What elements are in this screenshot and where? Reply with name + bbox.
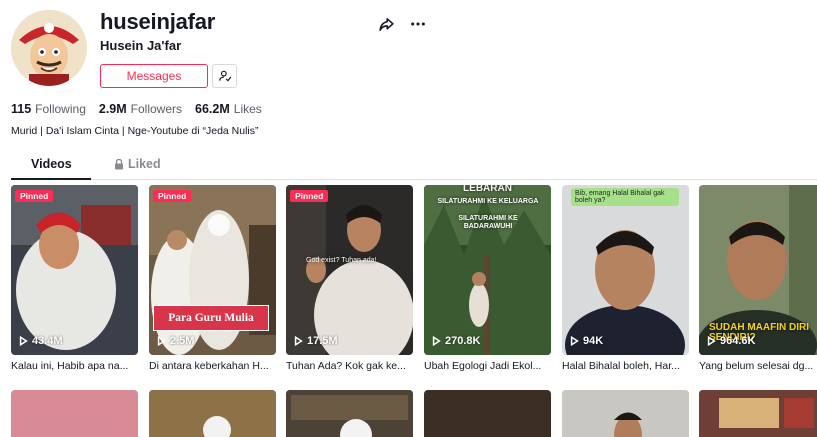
video-card[interactable]: Pinned Para Guru Mulia 2.5M Di antara ke… [149, 185, 276, 372]
avatar[interactable] [11, 10, 87, 86]
overlay-banner: Para Guru Mulia [153, 305, 269, 331]
stat-likes: 66.2M Likes [195, 102, 262, 116]
view-count: 964.6K [707, 335, 755, 347]
video-card[interactable]: Bib, emang Halal Bihalal gak boleh ya? 9… [562, 185, 689, 372]
video-thumbnail[interactable] [286, 390, 413, 437]
video-caption[interactable]: Kalau ini, Habib apa na... [11, 360, 138, 372]
view-count: 17.5M [294, 335, 338, 347]
pinned-badge: Pinned [15, 190, 54, 202]
video-thumbnail[interactable] [699, 390, 817, 437]
tab-liked[interactable]: Liked [114, 157, 161, 171]
play-icon [294, 336, 303, 346]
video-thumbnail[interactable] [11, 390, 138, 437]
pinned-badge: Pinned [153, 190, 192, 202]
profile-tabs: Videos Liked [11, 152, 817, 180]
video-thumbnail[interactable] [149, 390, 276, 437]
play-icon [432, 336, 441, 346]
video-caption[interactable]: Yang belum selesai dg... [699, 360, 817, 372]
video-caption[interactable]: Tuhan Ada? Kok gak ke... [286, 360, 413, 372]
pinned-badge: Pinned [290, 190, 329, 202]
tab-active-indicator [11, 178, 91, 180]
video-thumbnail[interactable]: Bib, emang Halal Bihalal gak boleh ya? 9… [562, 185, 689, 355]
video-card[interactable]: SUDAH MAAFIN DIRI SENDIRI? 964.6K Yang b… [699, 185, 817, 372]
nickname: Husein Ja'far [100, 38, 182, 53]
play-icon [570, 336, 579, 346]
user-follow-icon [218, 70, 231, 82]
lock-icon [115, 158, 123, 169]
overlay-line-1: SILATURAHMI KE KELUARGA [437, 198, 539, 205]
video-card[interactable]: LEBARAN SILATURAHMI KE KELUARGA SILATURA… [424, 185, 551, 372]
video-card[interactable]: Pinned 43.4M Kalau ini, Habib apa na... [11, 185, 138, 372]
video-thumbnail[interactable]: Pinned 43.4M [11, 185, 138, 355]
video-thumbnail[interactable]: SUDAH MAAFIN DIRI SENDIRI? 964.6K [699, 185, 817, 355]
overlay-line-2: SILATURAHMI KE BADARAWUHI [458, 215, 518, 230]
play-icon [157, 336, 166, 346]
video-thumbnail[interactable]: Pinned Para Guru Mulia 2.5M [149, 185, 276, 355]
video-thumbnail[interactable] [562, 390, 689, 437]
follow-button[interactable] [212, 64, 237, 88]
share-icon[interactable] [376, 14, 396, 34]
more-options-icon[interactable] [408, 14, 428, 34]
avatar-illustration [11, 10, 87, 86]
profile-stats: 115 Following 2.9M Followers 66.2M Likes [11, 102, 262, 116]
play-icon [707, 336, 716, 346]
stat-followers[interactable]: 2.9M Followers [99, 102, 182, 116]
play-icon [19, 336, 28, 346]
tab-videos[interactable]: Videos [31, 157, 72, 171]
video-thumbnail[interactable]: Pinned God exist? Tuhan ada! 17.5M [286, 185, 413, 355]
overlay-top: LEBARAN [463, 185, 512, 194]
overlay-caption: God exist? Tuhan ada! [306, 257, 377, 264]
view-count: 43.4M [19, 335, 63, 347]
view-count: 2.5M [157, 335, 194, 347]
video-thumbnail[interactable]: LEBARAN SILATURAHMI KE KELUARGA SILATURA… [424, 185, 551, 355]
video-caption[interactable]: Halal Bihalal boleh, Har... [562, 360, 689, 372]
view-count: 270.8K [432, 335, 480, 347]
video-card[interactable]: Pinned God exist? Tuhan ada! 17.5M Tuhan… [286, 185, 413, 372]
username: huseinjafar [100, 9, 216, 34]
chat-bubble: Bib, emang Halal Bihalal gak boleh ya? [571, 188, 679, 206]
messages-button[interactable]: Messages [100, 64, 208, 88]
video-thumbnail[interactable] [424, 390, 551, 437]
video-caption[interactable]: Di antara keberkahan H... [149, 360, 276, 372]
stat-following[interactable]: 115 Following [11, 102, 86, 116]
video-caption[interactable]: Ubah Egologi Jadi Ekol... [424, 360, 551, 372]
bio: Murid | Da'i Islam Cinta | Nge-Youtube d… [11, 125, 259, 137]
view-count: 94K [570, 335, 603, 347]
profile-actions [376, 14, 428, 34]
